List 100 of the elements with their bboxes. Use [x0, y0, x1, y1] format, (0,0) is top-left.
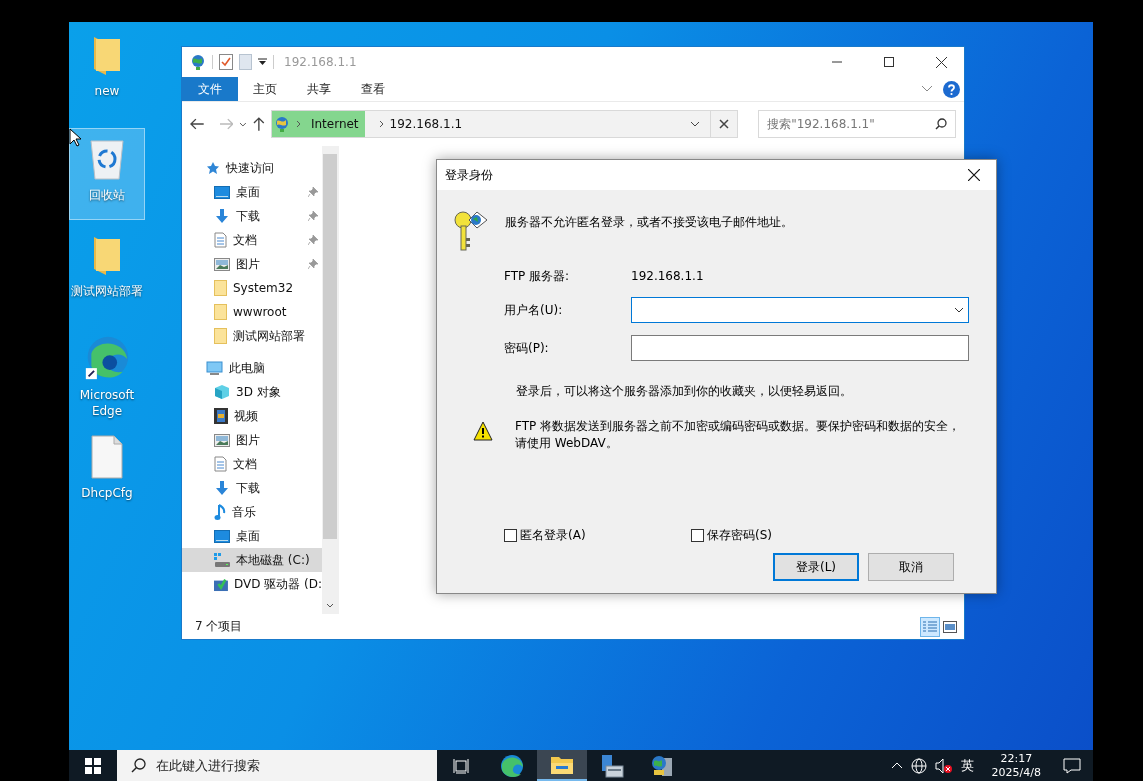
- network-globe-icon: [190, 54, 206, 70]
- pictures-icon: [214, 433, 230, 447]
- dialog-title: 登录身份: [445, 166, 493, 184]
- close-icon[interactable]: [718, 119, 729, 129]
- windows-logo-icon[interactable]: [85, 757, 101, 774]
- checkbox-label: 保存密码(S): [707, 527, 772, 544]
- warning-text: FTP 将数据发送到服务器之前不加密或编码密码或数据。要保护密码和数据的安全，请使用 WebDAV。: [515, 418, 962, 452]
- checkbox[interactable]: [504, 529, 517, 542]
- checklist-icon[interactable]: [219, 54, 233, 70]
- input-language[interactable]: 英: [960, 756, 974, 775]
- breadcrumb[interactable]: 192.168.1.1: [383, 117, 469, 131]
- warning-icon: [473, 421, 493, 441]
- address-bar[interactable]: Internet 192.168.1.1: [270, 110, 711, 138]
- chevron-down-icon[interactable]: [326, 603, 334, 608]
- desktop-icon-label: new: [94, 83, 120, 99]
- edge-icon[interactable]: [500, 753, 524, 778]
- nav-item[interactable]: 视频: [182, 404, 322, 428]
- chevron-up-icon[interactable]: [890, 762, 903, 769]
- help-icon[interactable]: [943, 80, 960, 98]
- close-icon[interactable]: [968, 169, 980, 181]
- document-icon: [214, 456, 227, 472]
- nav-item[interactable]: 快速访问: [182, 156, 322, 180]
- folder-icon: [214, 304, 227, 320]
- nav-item[interactable]: 音乐: [182, 500, 322, 524]
- info-text: 登录后，可以将这个服务器添加到你的收藏夹，以便轻易返回。: [516, 384, 852, 398]
- taskbar-app[interactable]: [537, 750, 587, 781]
- nav-item[interactable]: 文档: [182, 452, 322, 476]
- ribbon-tab[interactable]: 查看: [346, 77, 400, 101]
- key-globe-icon: [453, 208, 489, 252]
- checkbox[interactable]: [691, 529, 704, 542]
- network-globe-icon[interactable]: [650, 753, 674, 778]
- task-view-icon[interactable]: [453, 757, 471, 774]
- maximize-icon[interactable]: [884, 57, 894, 67]
- close-icon[interactable]: [935, 56, 947, 68]
- nav-item[interactable]: 图片: [182, 428, 322, 452]
- login-button[interactable]: 登录(L): [773, 553, 859, 581]
- cursor-icon: [69, 128, 81, 147]
- nav-item[interactable]: 文档: [182, 228, 322, 252]
- field-label: 密码(P):: [504, 339, 550, 357]
- network-globe-icon[interactable]: [910, 757, 927, 774]
- chevron-down-icon[interactable]: [239, 121, 248, 127]
- drive-icon: [214, 553, 230, 567]
- nav-item[interactable]: DVD 驱动器 (D:: [182, 572, 322, 596]
- up-arrow-icon[interactable]: [253, 117, 265, 131]
- cancel-button[interactable]: 取消: [868, 553, 954, 581]
- music-note-icon: [214, 503, 226, 521]
- folder-icon[interactable]: [550, 754, 574, 775]
- computer-icon: [206, 361, 223, 375]
- document-icon: [214, 232, 227, 248]
- pictures-icon: [214, 257, 230, 271]
- network-globe-icon: [273, 116, 290, 132]
- window-title: 192.168.1.1: [284, 55, 358, 69]
- file-icon: [90, 435, 124, 479]
- notification-icon[interactable]: [1063, 757, 1081, 774]
- pin-icon[interactable]: [308, 187, 318, 197]
- field-label: FTP 服务器:: [504, 268, 571, 285]
- nav-item[interactable]: 桌面: [182, 180, 322, 204]
- nav-item[interactable]: 测试网站部署: [182, 324, 322, 348]
- nav-item[interactable]: 此电脑: [182, 356, 322, 380]
- nav-item[interactable]: 3D 对象: [182, 380, 322, 404]
- search-icon: [935, 118, 947, 130]
- desktop-icon-label: 回收站: [89, 187, 125, 203]
- search-input[interactable]: 在此键入进行搜索: [156, 758, 406, 773]
- chevron-down-icon[interactable]: [954, 307, 964, 313]
- desktop-icon-label: 测试网站部署: [71, 283, 143, 299]
- nav-item[interactable]: 图片: [182, 252, 322, 276]
- back-arrow-icon[interactable]: [190, 118, 204, 130]
- search-field[interactable]: 搜索"192.168.1.1": [758, 110, 956, 138]
- star-icon: [206, 161, 220, 175]
- muted-speaker-icon[interactable]: [934, 757, 953, 774]
- pin-icon[interactable]: [308, 259, 318, 269]
- nav-item[interactable]: wwwroot: [182, 300, 322, 324]
- nav-item[interactable]: 下载: [182, 476, 322, 500]
- password-field[interactable]: [631, 335, 969, 361]
- desktop-icon: [214, 529, 230, 543]
- dropdown-icon[interactable]: [258, 58, 267, 66]
- film-icon: [214, 408, 228, 424]
- taskbar-search-field[interactable]: 在此键入进行搜索: [117, 750, 437, 781]
- nav-item[interactable]: 桌面: [182, 524, 322, 548]
- clock[interactable]: 22:17 2025/4/8: [991, 751, 1041, 780]
- pin-icon[interactable]: [308, 235, 318, 245]
- chevron-right-icon: [295, 120, 301, 128]
- checkbox-label: 匿名登录(A): [520, 527, 586, 544]
- nav-item[interactable]: System32: [182, 276, 322, 300]
- dvd-drive-icon: [214, 576, 228, 592]
- pin-icon[interactable]: [308, 211, 318, 221]
- chevron-right-icon: [378, 120, 384, 128]
- username-field[interactable]: [631, 297, 969, 323]
- chevron-down-icon[interactable]: [689, 121, 700, 127]
- scrollbar[interactable]: [322, 146, 338, 614]
- ribbon-tab[interactable]: 共享: [292, 77, 346, 101]
- server-manager-icon[interactable]: [600, 753, 624, 778]
- item-count: 7 个项目: [195, 618, 244, 635]
- download-icon: [214, 208, 230, 224]
- field-label: 用户名(U):: [504, 301, 564, 319]
- nav-item[interactable]: 本地磁盘 (C:): [182, 548, 322, 572]
- desktop-icon: [214, 185, 230, 199]
- file-menu-button[interactable]: 文件: [182, 77, 238, 101]
- ribbon-tab[interactable]: 主页: [238, 77, 292, 101]
- nav-item[interactable]: 下载: [182, 204, 322, 228]
